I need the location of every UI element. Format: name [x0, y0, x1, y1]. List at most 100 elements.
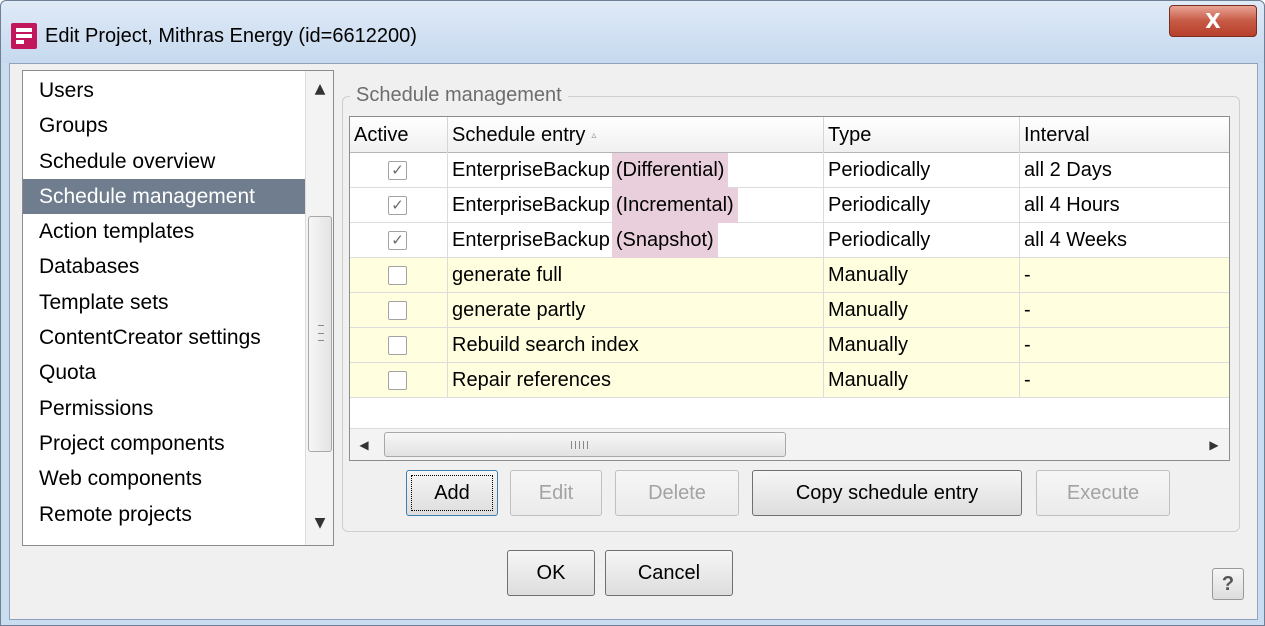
- interval-cell: -: [1024, 299, 1031, 321]
- table-row[interactable]: Repair references Manually -: [350, 363, 1229, 398]
- nav-item-schedule-overview[interactable]: Schedule overview: [23, 144, 305, 179]
- help-button[interactable]: ?: [1212, 568, 1244, 600]
- column-label: Schedule entry: [452, 124, 586, 146]
- type-cell: Periodically: [824, 153, 1020, 188]
- schedule-entry-cell: generate partly: [448, 293, 824, 328]
- schedule-table[interactable]: Active Schedule entry ▵ Type Interval ✓ En…: [349, 116, 1230, 461]
- unchecked-checkbox[interactable]: [388, 301, 407, 320]
- scroll-left-icon[interactable]: ◀: [352, 433, 376, 457]
- scroll-down-icon[interactable]: ▼: [308, 511, 332, 535]
- close-button[interactable]: X: [1169, 5, 1257, 37]
- interval-cell: all 4 Hours: [1024, 194, 1120, 216]
- unchecked-checkbox[interactable]: [388, 336, 407, 355]
- nav-item-databases[interactable]: Databases: [23, 249, 305, 284]
- execute-button[interactable]: Execute: [1036, 470, 1170, 516]
- copy-schedule-entry-button[interactable]: Copy schedule entry: [752, 470, 1022, 516]
- column-label: Active: [354, 124, 409, 146]
- schedule-entry-name: EnterpriseBackup: [452, 194, 610, 216]
- project-settings-list[interactable]: AssociationsUsersGroupsSchedule overview…: [22, 70, 334, 546]
- nav-items: AssociationsUsersGroupsSchedule overview…: [23, 71, 305, 532]
- active-cell: ✓: [350, 153, 448, 188]
- table-row[interactable]: generate full Manually -: [350, 258, 1229, 293]
- nav-vertical-scrollbar[interactable]: ▲ ▼: [305, 71, 333, 545]
- type-cell: Manually: [824, 258, 1020, 293]
- schedule-entry-cell: Repair references: [448, 363, 824, 398]
- nav-item-quota[interactable]: Quota: [23, 355, 305, 390]
- nav-item-action-templates[interactable]: Action templates: [23, 214, 305, 249]
- nav-item-users[interactable]: Users: [23, 73, 305, 108]
- schedule-entry-name: Rebuild search index: [452, 334, 639, 356]
- scroll-right-icon[interactable]: ▶: [1202, 433, 1226, 457]
- grip-icon: [571, 441, 591, 449]
- nav-item-web-components[interactable]: Web components: [23, 461, 305, 496]
- nav-item-project-components[interactable]: Project components: [23, 426, 305, 461]
- checked-checkbox[interactable]: ✓: [388, 231, 407, 250]
- interval-cell: -: [1024, 264, 1031, 286]
- type-cell: Periodically: [824, 223, 1020, 258]
- active-cell: ✓: [350, 223, 448, 258]
- add-button[interactable]: Add: [406, 470, 498, 516]
- table-horizontal-scrollbar[interactable]: ◀ ▶: [350, 428, 1229, 460]
- nav-item-contentcreator-settings[interactable]: ContentCreator settings: [23, 320, 305, 355]
- type-cell: Periodically: [824, 188, 1020, 223]
- checked-checkbox[interactable]: ✓: [388, 196, 407, 215]
- interval-cell: all 2 Days: [1024, 159, 1112, 181]
- ok-button[interactable]: OK: [507, 550, 595, 596]
- interval-cell: -: [1024, 369, 1031, 391]
- schedule-entry-cell: Rebuild search index: [448, 328, 824, 363]
- scroll-up-icon[interactable]: ▲: [308, 77, 332, 101]
- active-cell: [350, 293, 448, 328]
- schedule-entry-name: EnterpriseBackup: [452, 229, 610, 251]
- schedule-entry-tag: (Snapshot): [611, 223, 718, 258]
- interval-cell: -: [1024, 334, 1031, 356]
- nav-item-template-sets[interactable]: Template sets: [23, 285, 305, 320]
- unchecked-checkbox[interactable]: [388, 266, 407, 285]
- nav-item-remote-projects[interactable]: Remote projects: [23, 497, 305, 532]
- window-title: Edit Project, Mithras Energy (id=6612200…: [45, 25, 417, 47]
- column-label: Interval: [1024, 124, 1090, 146]
- group-title: Schedule management: [350, 84, 568, 107]
- title-bar[interactable]: Edit Project, Mithras Energy (id=6612200…: [1, 1, 1264, 63]
- nav-item-permissions[interactable]: Permissions: [23, 391, 305, 426]
- schedule-entry-name: generate full: [452, 264, 563, 286]
- schedule-entry-cell: EnterpriseBackup (Differential): [448, 153, 824, 188]
- active-cell: [350, 258, 448, 293]
- edit-button[interactable]: Edit: [510, 470, 602, 516]
- grip-icon: [318, 325, 324, 341]
- column-header-active[interactable]: Active: [350, 117, 448, 153]
- table-header: Active Schedule entry ▵ Type Interval: [350, 117, 1229, 153]
- type-cell: Manually: [824, 363, 1020, 398]
- active-cell: [350, 328, 448, 363]
- table-row[interactable]: Rebuild search index Manually -: [350, 328, 1229, 363]
- table-row[interactable]: ✓ EnterpriseBackup (Snapshot) Periodically a…: [350, 223, 1229, 258]
- unchecked-checkbox[interactable]: [388, 371, 407, 390]
- table-row[interactable]: ✓ EnterpriseBackup (Differential) Periodica…: [350, 153, 1229, 188]
- column-header-type[interactable]: Type: [824, 117, 1020, 153]
- active-cell: ✓: [350, 188, 448, 223]
- sort-ascending-icon: ▵: [591, 129, 597, 141]
- schedule-entry-name: Repair references: [452, 369, 611, 391]
- column-header-schedule-entry[interactable]: Schedule entry ▵: [448, 117, 824, 153]
- column-header-interval[interactable]: Interval: [1020, 117, 1229, 153]
- column-label: Type: [828, 124, 872, 146]
- nav-item-schedule-management[interactable]: Schedule management: [23, 178, 305, 215]
- interval-cell: all 4 Weeks: [1024, 229, 1128, 251]
- schedule-entry-cell: generate full: [448, 258, 824, 293]
- schedule-entry-tag: (Incremental): [611, 188, 738, 223]
- checked-checkbox[interactable]: ✓: [388, 161, 407, 180]
- app-icon: [11, 23, 37, 49]
- schedule-entry-tag: (Differential): [611, 153, 729, 188]
- table-row[interactable]: generate partly Manually -: [350, 293, 1229, 328]
- table-scroll-thumb[interactable]: [384, 432, 786, 457]
- schedule-entry-cell: EnterpriseBackup (Incremental): [448, 188, 824, 223]
- delete-button[interactable]: Delete: [615, 470, 739, 516]
- active-cell: [350, 363, 448, 398]
- table-row[interactable]: ✓ EnterpriseBackup (Incremental) Periodical…: [350, 188, 1229, 223]
- type-cell: Manually: [824, 293, 1020, 328]
- schedule-entry-cell: EnterpriseBackup (Snapshot): [448, 223, 824, 258]
- cancel-button[interactable]: Cancel: [605, 550, 733, 596]
- nav-item-groups[interactable]: Groups: [23, 108, 305, 143]
- nav-scroll-thumb[interactable]: [308, 216, 332, 452]
- schedule-entry-name: generate partly: [452, 299, 586, 321]
- schedule-entry-name: EnterpriseBackup: [452, 159, 610, 181]
